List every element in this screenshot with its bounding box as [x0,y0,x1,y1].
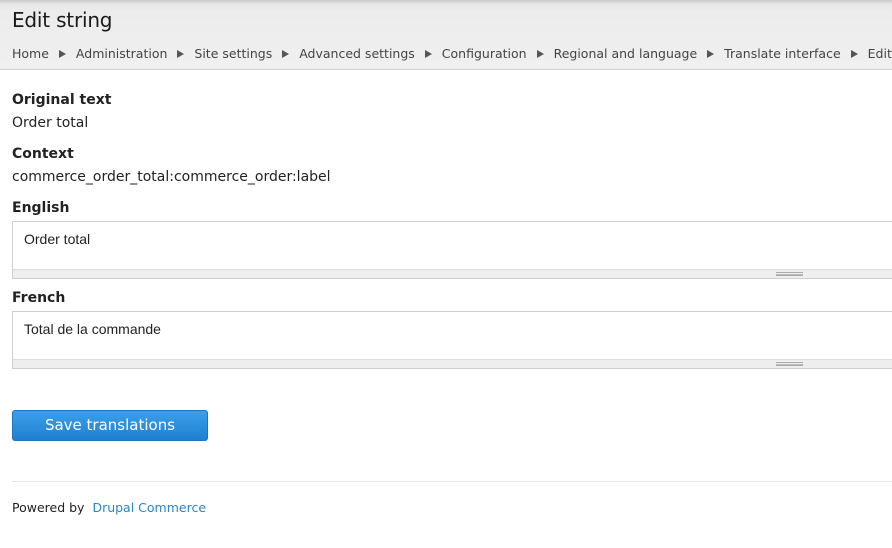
breadcrumb: Home Administration Site settings Advanc… [12,46,892,61]
french-textarea-wrapper: Total de la commande [12,311,892,369]
footer-powered-by: Powered by [12,500,85,515]
page-title: Edit string [12,8,113,32]
breadcrumb-arrow-icon [177,49,185,58]
footer-drupal-commerce-link[interactable]: Drupal Commerce [92,500,206,515]
resize-grip-icon [776,272,803,276]
breadcrumb-arrow-icon [424,49,432,58]
breadcrumb-configuration[interactable]: Configuration [442,46,527,61]
french-resize-handle[interactable] [13,359,892,368]
resize-grip-icon [776,362,803,366]
breadcrumb-advanced-settings[interactable]: Advanced settings [299,46,415,61]
breadcrumb-regional-and-language[interactable]: Regional and language [554,46,698,61]
breadcrumb-home[interactable]: Home [12,46,49,61]
footer: Powered by Drupal Commerce [12,500,206,515]
breadcrumb-arrow-icon [536,49,544,58]
english-translation-textarea[interactable]: Order total [13,222,892,270]
english-label: English [12,200,70,216]
breadcrumb-arrow-icon [282,49,290,58]
context-label: Context [12,146,74,162]
save-translations-button[interactable]: Save translations [12,410,208,441]
breadcrumb-site-settings[interactable]: Site settings [194,46,272,61]
page-header: Edit string Home Administration Site set… [0,0,892,70]
breadcrumb-arrow-icon [850,49,858,58]
breadcrumb-current-edit-string: Edit string [867,46,892,61]
breadcrumb-translate-interface[interactable]: Translate interface [724,46,840,61]
breadcrumb-arrow-icon [707,49,715,58]
original-text-label: Original text [12,92,112,108]
breadcrumb-arrow-icon [58,49,66,58]
french-label: French [12,290,66,306]
breadcrumb-administration[interactable]: Administration [76,46,167,61]
original-text-value: Order total [12,115,89,131]
english-resize-handle[interactable] [13,269,892,278]
context-value: commerce_order_total:commerce_order:labe… [12,169,331,185]
footer-divider [12,481,892,482]
french-translation-textarea[interactable]: Total de la commande [13,312,892,360]
english-textarea-wrapper: Order total [12,221,892,279]
